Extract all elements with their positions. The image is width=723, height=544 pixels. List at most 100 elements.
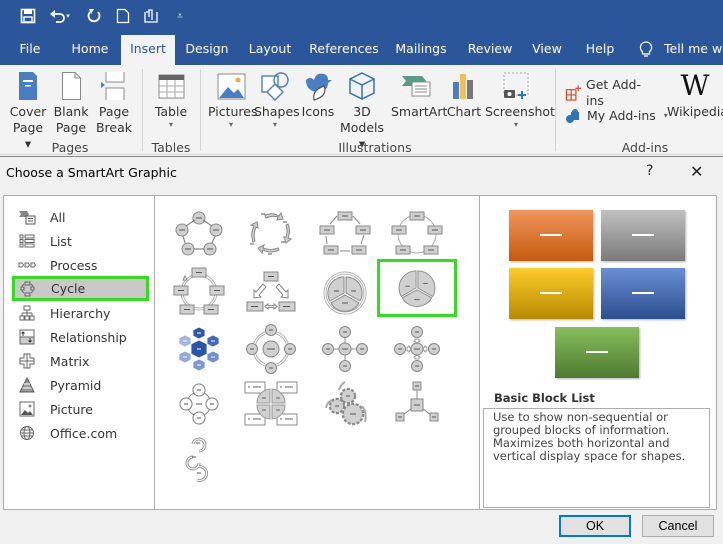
preview-title: Basic Block List [494, 391, 595, 405]
category-picture[interactable]: Picture [14, 398, 148, 420]
tab-insert[interactable]: Insert [121, 35, 175, 65]
gallery-item-radial-cycle[interactable] [241, 321, 301, 376]
icons-button[interactable]: Icons [299, 65, 337, 120]
gallery-item-continuous-cycle[interactable] [241, 264, 301, 319]
help-button[interactable]: ? [646, 163, 653, 179]
group-separator [555, 69, 556, 151]
page-break-button[interactable]: Page Break [94, 65, 134, 136]
my-add-ins-icon [566, 109, 579, 123]
gallery-item-hexagon-radial[interactable] [169, 321, 229, 376]
cover-page-icon [19, 72, 37, 100]
preview-description: Use to show non-sequential or grouped bl… [483, 408, 710, 508]
undo-dropdown-icon[interactable]: ▾ [63, 6, 73, 26]
blank-page-icon [62, 72, 81, 100]
group-label-add-ins: Add-ins [621, 140, 669, 155]
gallery-item-cycle[interactable] [315, 206, 375, 261]
gallery-item-block-cycle[interactable] [387, 206, 447, 261]
category-matrix[interactable]: Matrix [14, 350, 148, 372]
tab-file[interactable]: File [10, 35, 50, 65]
ribbon-insert: Cover Page ▾ Blank Page Page Break Pages… [0, 65, 723, 155]
redo-icon[interactable] [84, 6, 104, 26]
smartart-icon [402, 76, 431, 97]
tab-home[interactable]: Home [64, 35, 116, 65]
group-label-tables: Tables [151, 140, 191, 155]
category-office-com[interactable]: Office.com [14, 422, 148, 444]
gallery-item-cycle-matrix[interactable] [241, 376, 301, 431]
tell-me-box[interactable]: Tell me wh [664, 35, 723, 65]
gallery-item-circle-arrow-process[interactable] [169, 431, 229, 486]
tab-mailings[interactable]: Mailings [392, 35, 450, 65]
hierarchy-icon [18, 305, 36, 321]
my-add-ins-button[interactable]: My Add-ins ▾ [565, 108, 670, 124]
lightbulb-icon [636, 35, 656, 65]
preview-block-gray [601, 210, 685, 261]
3d-models-button[interactable]: 3D Models ▾ [338, 65, 386, 152]
new-document-icon[interactable] [113, 6, 133, 26]
category-process[interactable]: Process [14, 254, 148, 276]
blank-page-button[interactable]: Blank Page [51, 65, 91, 136]
ok-button[interactable]: OK [559, 515, 631, 537]
category-list: All List Process Cycle Hierarchy Relatio… [3, 195, 155, 510]
gallery-item-diverging-radial[interactable] [387, 321, 447, 376]
customize-qat-icon[interactable]: ⩡ [170, 6, 190, 26]
pictures-icon [217, 73, 246, 100]
ribbon-tabs: File Home Insert Design Layout Reference… [0, 35, 723, 65]
gallery-item-nondirectional-cycle[interactable] [169, 264, 229, 319]
screenshot-icon [503, 72, 529, 99]
all-icon [18, 209, 36, 225]
gallery-item-radial-cluster[interactable] [387, 376, 447, 431]
smartart-dialog: Choose a SmartArt Graphic ? ✕ All List P… [0, 156, 723, 544]
gallery-item-radial-venn[interactable] [169, 376, 229, 431]
touch-mode-icon[interactable] [142, 6, 162, 26]
gallery-item-basic-cycle[interactable] [169, 206, 229, 261]
smartart-button[interactable]: SmartArt [391, 65, 447, 120]
dialog-title: Choose a SmartArt Graphic [6, 165, 177, 180]
preview-block-green [555, 327, 639, 378]
chart-icon [453, 74, 473, 99]
cancel-button[interactable]: Cancel [642, 515, 714, 537]
preview-block-yellow [509, 268, 593, 319]
tab-references[interactable]: References [306, 35, 382, 65]
gallery-item-segmented-cycle[interactable] [315, 264, 375, 319]
relationship-icon [18, 329, 36, 345]
layout-gallery [154, 195, 480, 510]
cover-page-button[interactable]: Cover Page ▾ [8, 65, 48, 152]
gallery-item-gear[interactable] [315, 376, 375, 431]
category-cycle[interactable]: Cycle [12, 276, 149, 301]
shapes-button[interactable]: Shapes ▾ [254, 65, 300, 130]
tab-layout[interactable]: Layout [243, 35, 297, 65]
tab-view[interactable]: View [527, 35, 567, 65]
get-add-ins-button[interactable]: Get Add-ins [565, 77, 655, 109]
save-icon[interactable] [18, 6, 38, 26]
screenshot-button[interactable]: Screenshot ▾ [485, 65, 555, 130]
page-break-icon [101, 72, 125, 100]
process-icon [18, 257, 36, 273]
wikipedia-button[interactable]: W Wikipedia [667, 65, 723, 120]
category-list-item[interactable]: List [14, 230, 148, 252]
pyramid-icon [18, 377, 36, 393]
icons-icon [306, 73, 332, 101]
preview-panel: Basic Block List Use to show non-sequent… [480, 195, 717, 510]
gallery-item-basic-radial[interactable] [315, 321, 375, 376]
pictures-button[interactable]: Pictures ▾ [208, 65, 258, 130]
category-all[interactable]: All [14, 206, 148, 228]
group-label-pages: Pages [51, 140, 89, 155]
close-button[interactable]: ✕ [690, 162, 703, 181]
wikipedia-icon: W [680, 69, 710, 102]
category-hierarchy[interactable]: Hierarchy [14, 302, 148, 324]
preview-block-orange [509, 210, 593, 261]
table-button[interactable]: Table ▾ [150, 65, 192, 130]
preview-block-blue [601, 268, 685, 319]
list-icon [18, 233, 36, 249]
chart-button[interactable]: Chart [445, 65, 483, 120]
group-separator [200, 69, 201, 151]
gallery-item-text-cycle[interactable] [241, 206, 301, 261]
category-relationship[interactable]: Relationship [14, 326, 148, 348]
gallery-item-basic-pie[interactable] [377, 259, 457, 317]
tab-design[interactable]: Design [181, 35, 233, 65]
tab-help[interactable]: Help [580, 35, 620, 65]
picture-icon [18, 401, 36, 417]
shapes-icon [261, 72, 289, 101]
category-pyramid[interactable]: Pyramid [14, 374, 148, 396]
tab-review[interactable]: Review [463, 35, 517, 65]
